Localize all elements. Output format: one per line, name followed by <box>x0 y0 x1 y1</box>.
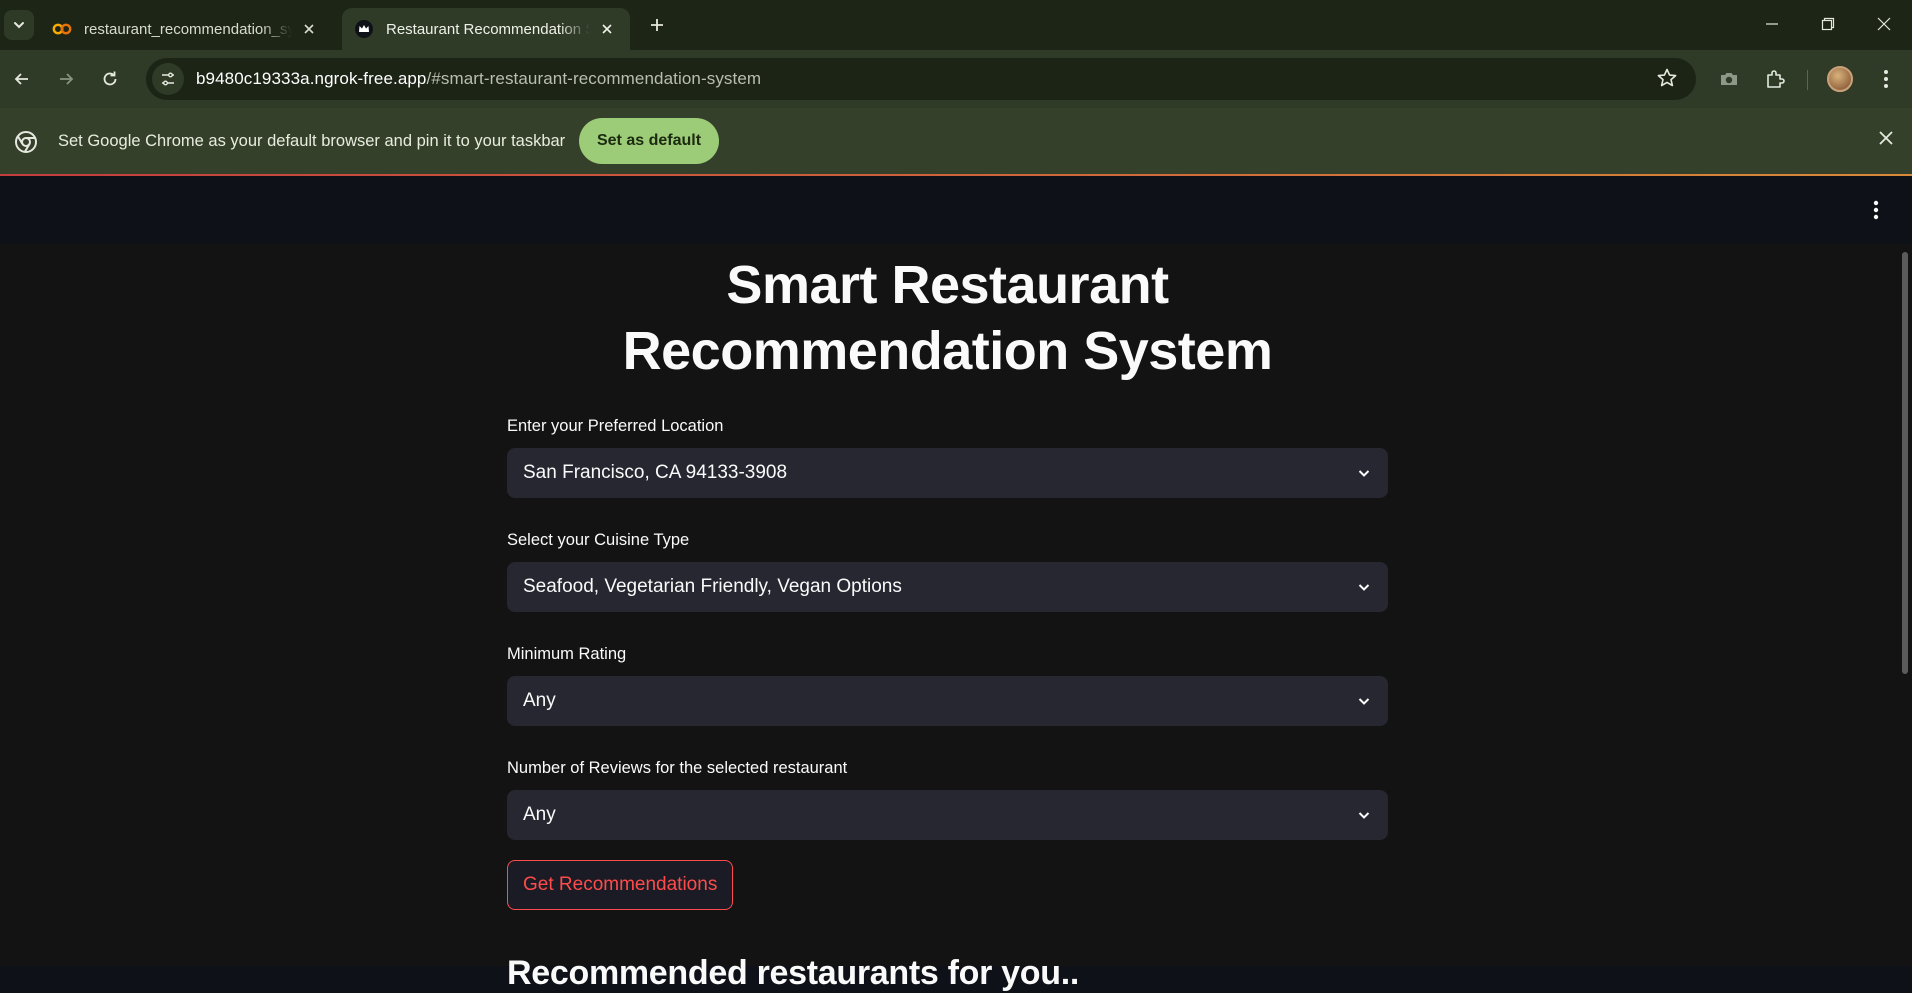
puzzle-icon <box>1767 70 1785 88</box>
avatar <box>1827 66 1853 92</box>
new-tab-button[interactable] <box>644 12 670 38</box>
site-info-icon[interactable] <box>152 63 184 95</box>
rating-field: Minimum Rating Any <box>507 642 1388 726</box>
reviews-field: Number of Reviews for the selected resta… <box>507 756 1388 840</box>
window-close-button[interactable] <box>1856 0 1912 48</box>
select-value: San Francisco, CA 94133-3908 <box>523 462 788 483</box>
chrome-logo-icon <box>14 130 38 159</box>
url-host: b9480c19333a.ngrok-free.app <box>196 69 427 88</box>
url-path: /#smart-restaurant-recommendation-system <box>426 69 762 88</box>
set-as-default-button[interactable]: Set as default <box>579 118 719 164</box>
field-label: Enter your Preferred Location <box>507 417 724 435</box>
rating-select[interactable]: Any <box>507 676 1388 726</box>
field-label: Number of Reviews for the selected resta… <box>507 759 848 777</box>
reload-icon <box>103 71 117 86</box>
close-icon[interactable] <box>298 18 320 40</box>
get-recommendations-button[interactable]: Get Recommendations <box>507 860 734 910</box>
tab-title: Restaurant Recommendation Sy <box>386 20 590 38</box>
colab-icon <box>52 19 72 39</box>
close-icon <box>1877 17 1891 31</box>
toolbar-divider <box>1807 70 1808 90</box>
page-scrollbar[interactable] <box>1902 252 1908 674</box>
reload-button[interactable] <box>94 63 126 95</box>
app-header <box>0 178 1912 244</box>
arrow-right-icon <box>60 73 74 85</box>
main-content: Smart Restaurant Recommendation System E… <box>507 244 1388 993</box>
select-value: Any <box>523 690 556 711</box>
forward-button[interactable] <box>50 63 82 95</box>
more-vert-icon <box>1873 200 1879 220</box>
location-select[interactable]: San Francisco, CA 94133-3908 <box>507 448 1388 498</box>
browser-menu-button[interactable] <box>1870 63 1902 95</box>
arrow-left-icon <box>14 73 28 85</box>
app-main-menu-button[interactable] <box>1864 198 1888 222</box>
location-field: Enter your Preferred Location San Franci… <box>507 414 1388 498</box>
crown-icon <box>354 19 374 39</box>
profile-button[interactable] <box>1824 63 1856 95</box>
chevron-down-icon <box>1354 691 1374 711</box>
page-title: Smart Restaurant Recommendation System <box>622 255 1273 381</box>
select-value: Seafood, Vegetarian Friendly, Vegan Opti… <box>523 576 902 597</box>
infobar-message: Set Google Chrome as your default browse… <box>58 132 566 150</box>
minimize-icon <box>1766 23 1778 25</box>
more-vert-icon <box>1884 70 1888 88</box>
field-label: Minimum Rating <box>507 645 627 663</box>
chevron-down-icon <box>1354 805 1374 825</box>
tab-title: restaurant_recommendation_sy <box>84 20 292 38</box>
minimize-button[interactable] <box>1744 0 1800 48</box>
chevron-down-icon <box>1354 463 1374 483</box>
reviews-select[interactable]: Any <box>507 790 1388 840</box>
url-text: b9480c19333a.ngrok-free.app/#smart-resta… <box>196 69 761 89</box>
camera-icon <box>1721 73 1737 85</box>
browser-toolbar: b9480c19333a.ngrok-free.app/#smart-resta… <box>0 50 1912 108</box>
bookmark-star-icon[interactable] <box>1656 67 1678 94</box>
close-icon[interactable] <box>1878 130 1894 151</box>
tab-search-button[interactable] <box>4 10 34 40</box>
close-icon[interactable] <box>596 18 618 40</box>
extensions-button[interactable] <box>1759 63 1791 95</box>
field-label: Select your Cuisine Type <box>507 531 690 549</box>
cuisine-select[interactable]: Seafood, Vegetarian Friendly, Vegan Opti… <box>507 562 1388 612</box>
restore-icon <box>1821 17 1835 31</box>
plus-icon <box>651 19 663 31</box>
app-body: Smart Restaurant Recommendation System E… <box>0 244 1912 992</box>
chevron-down-icon <box>1354 577 1374 597</box>
select-value: Any <box>523 804 556 825</box>
address-bar[interactable]: b9480c19333a.ngrok-free.app/#smart-resta… <box>146 58 1696 100</box>
chevron-down-icon <box>14 22 24 29</box>
cuisine-field: Select your Cuisine Type Seafood, Vegeta… <box>507 528 1388 612</box>
results-heading: Recommended restaurants for you.. <box>507 954 1080 992</box>
back-button[interactable] <box>6 63 38 95</box>
default-browser-infobar: Set Google Chrome as your default browse… <box>0 108 1912 176</box>
tab-strip: restaurant_recommendation_sy Restaurant … <box>0 0 1912 50</box>
tab-restaurant-app[interactable]: Restaurant Recommendation Sy <box>342 8 630 50</box>
screenshot-button[interactable] <box>1713 63 1745 95</box>
restore-button[interactable] <box>1800 0 1856 48</box>
tab-colab[interactable]: restaurant_recommendation_sy <box>40 8 332 50</box>
